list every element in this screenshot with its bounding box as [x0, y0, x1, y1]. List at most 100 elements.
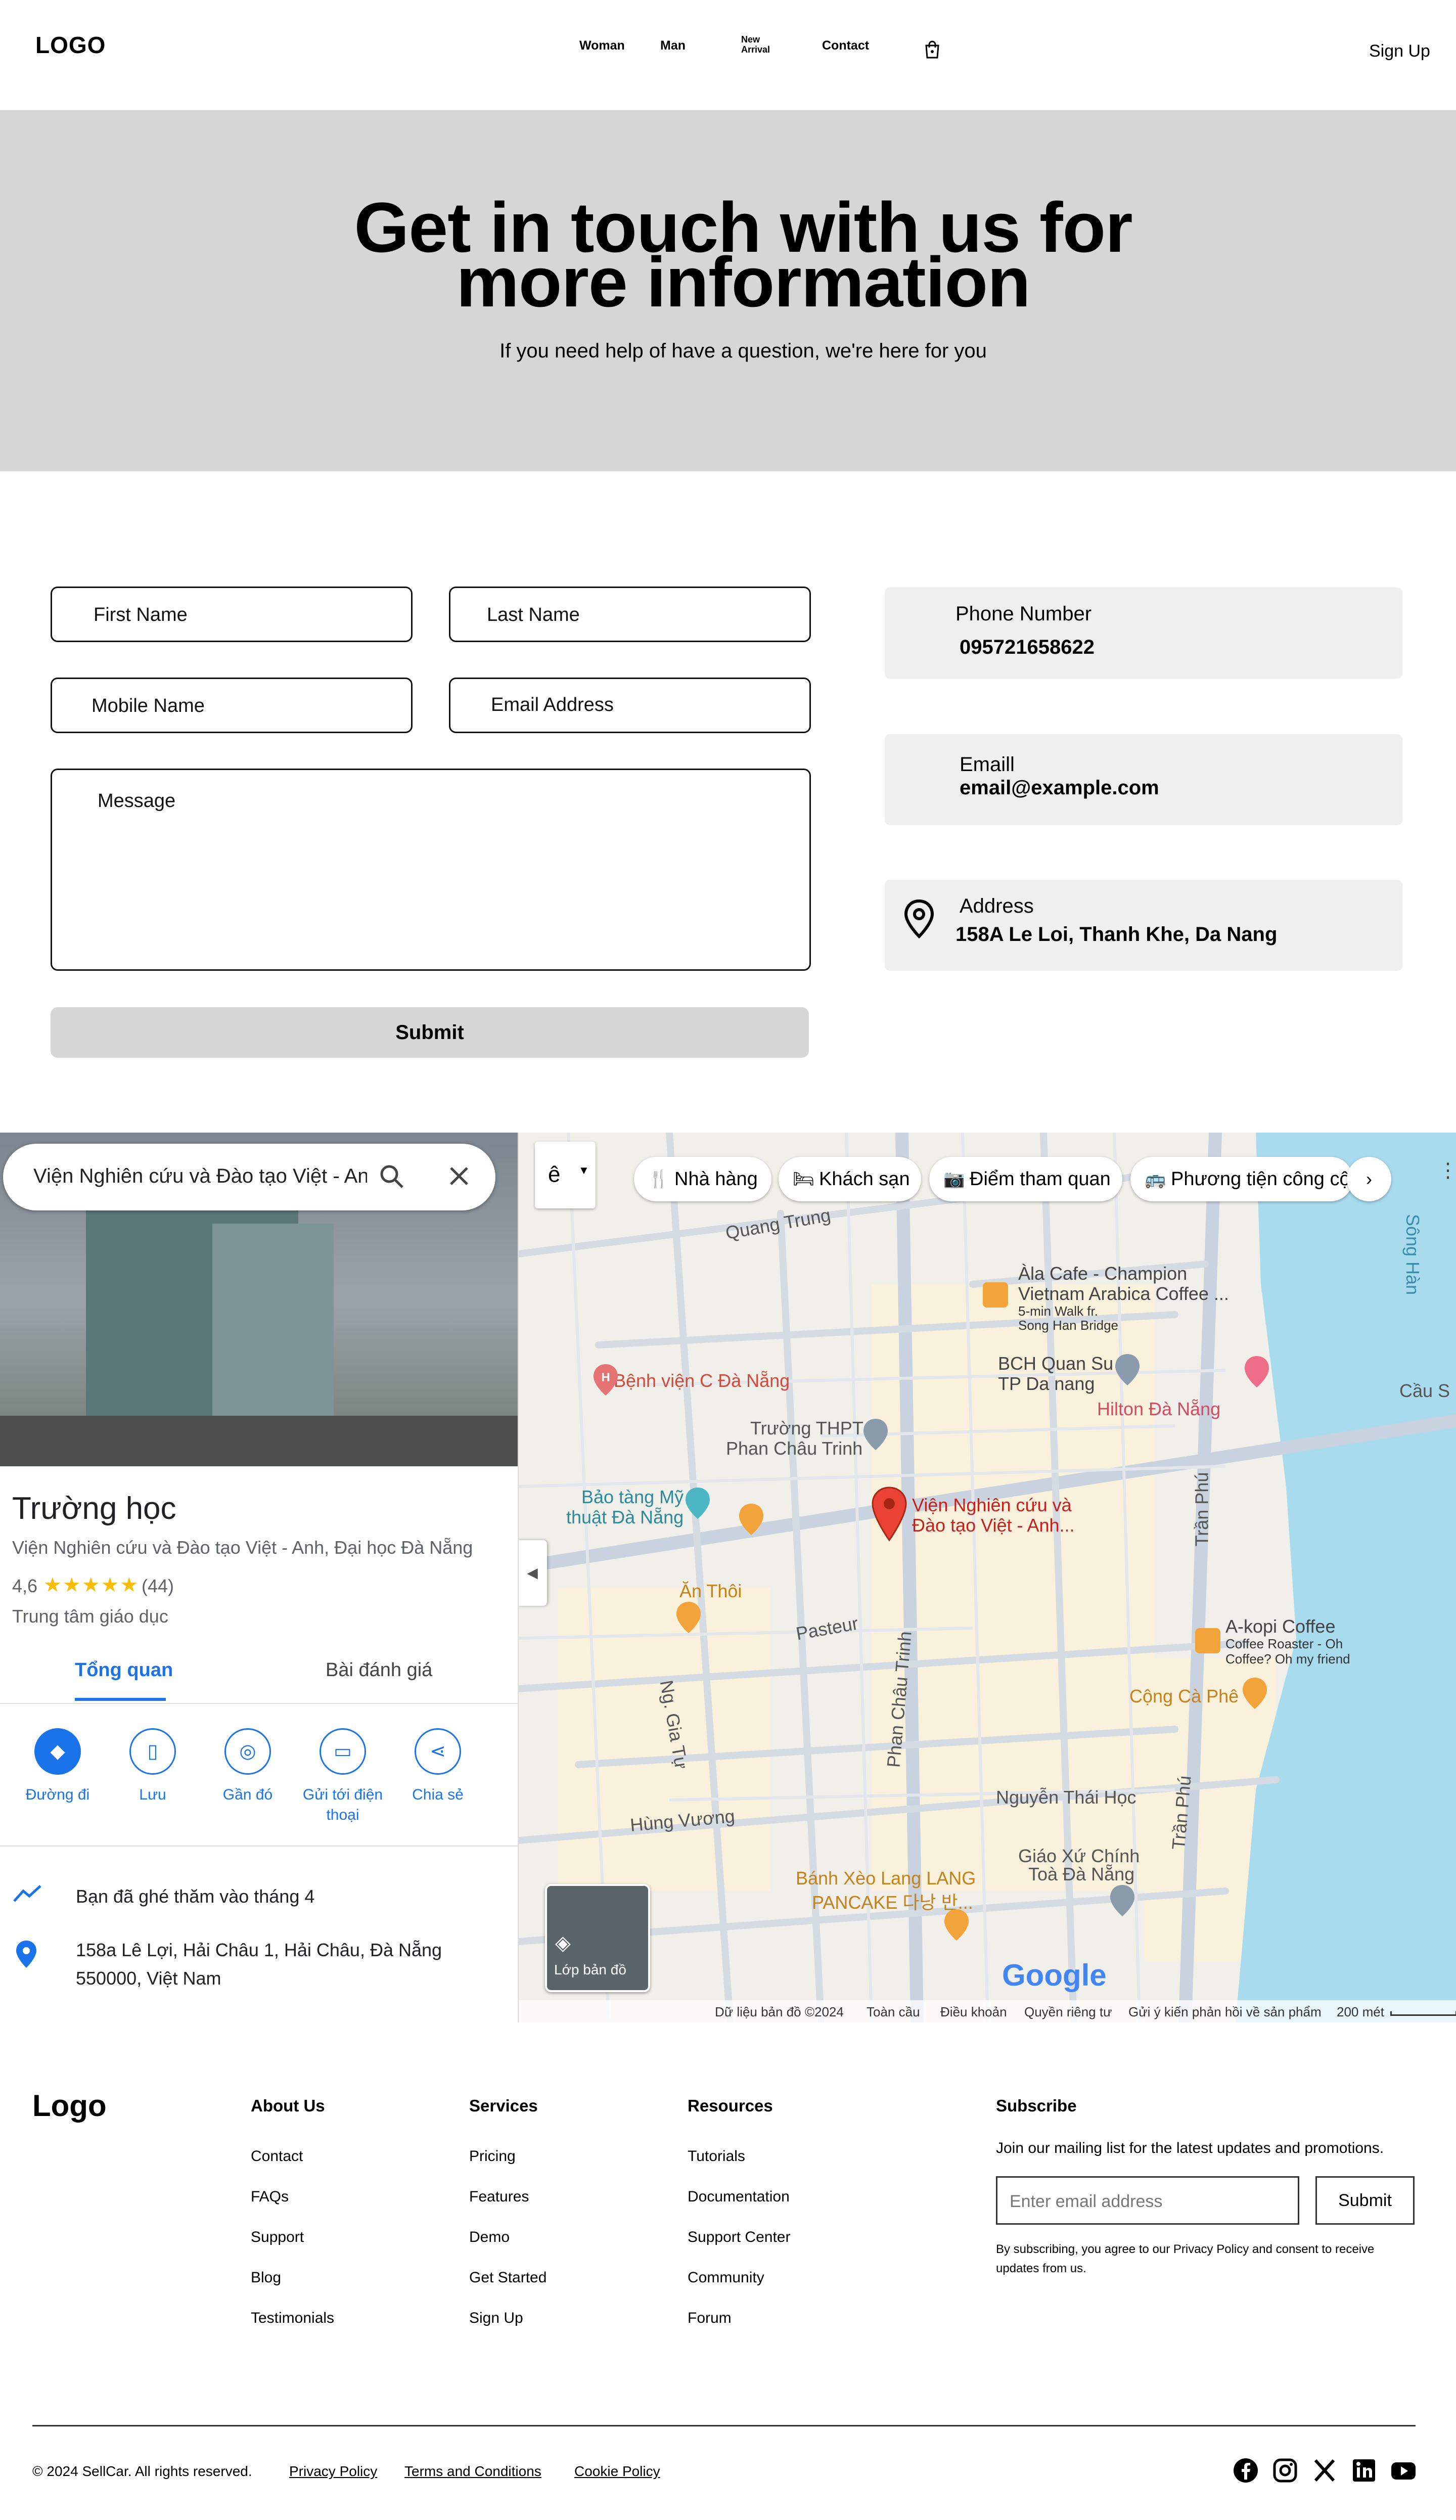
nearby-icon[interactable]: ◎ — [224, 1728, 271, 1775]
place-name: Viện Nghiên cứu và Đào tạo Việt - Anh, Đ… — [12, 1537, 473, 1558]
directions-label[interactable]: Đường đi — [12, 1785, 103, 1805]
banh-xeo-pin-icon[interactable] — [943, 1908, 970, 1944]
nav-woman[interactable]: Woman — [579, 38, 625, 53]
footer-link-sign-up[interactable]: Sign Up — [469, 2310, 523, 2327]
map-label-song-han: Sông Hàn — [1402, 1213, 1424, 1295]
place-address-line2[interactable]: 550000, Việt Nam — [76, 1968, 221, 1989]
map-search-input[interactable]: Viện Nghiên cứu và Đào tạo Việt - Anh — [33, 1165, 367, 1188]
logo[interactable]: LOGO — [35, 31, 106, 59]
subscribe-email-placeholder: Enter email address — [1010, 2192, 1163, 2211]
place-reviews-count[interactable]: (44) — [142, 1576, 174, 1597]
message-field[interactable]: Message — [51, 769, 811, 971]
send-to-phone-icon[interactable]: ▭ — [320, 1728, 366, 1775]
footer-link-demo[interactable]: Demo — [469, 2229, 510, 2246]
first-name-field[interactable]: First Name — [51, 587, 413, 642]
chip-transit-label: Phương tiện công cộ — [1171, 1168, 1350, 1190]
cookie-policy-link[interactable]: Cookie Policy — [574, 2463, 660, 2480]
school-pin-icon[interactable] — [862, 1418, 889, 1454]
place-address-line1[interactable]: 158a Lê Lợi, Hải Châu 1, Hải Châu, Đà Nẵ… — [76, 1940, 442, 1961]
footer-link-get-started[interactable]: Get Started — [469, 2269, 547, 2286]
footer-resources-heading: Resources — [688, 2096, 773, 2115]
footer-logo[interactable]: Logo — [32, 2088, 107, 2123]
office-pin-icon[interactable] — [1114, 1353, 1141, 1389]
cafe-marker-icon[interactable] — [983, 1282, 1008, 1308]
subscribe-button[interactable]: Submit — [1315, 2176, 1415, 2225]
footer-link-blog[interactable]: Blog — [251, 2269, 281, 2286]
subscribe-email-input[interactable]: Enter email address — [996, 2176, 1299, 2225]
mobile-field[interactable]: Mobile Name — [51, 678, 413, 733]
hotel-pin-icon[interactable] — [1244, 1355, 1270, 1391]
map-global-link[interactable]: Toàn cầu — [867, 2004, 920, 2020]
privacy-policy-link[interactable]: Privacy Policy — [289, 2463, 377, 2480]
nav-new-arrival[interactable]: New Arrival — [741, 34, 777, 55]
akopi-marker-icon[interactable] — [1195, 1628, 1220, 1653]
nearby-label[interactable]: Gần đó — [202, 1785, 293, 1805]
footer-link-pricing[interactable]: Pricing — [469, 2148, 516, 2165]
chevron-right-icon[interactable]: › — [1347, 1157, 1391, 1201]
footer-link-testimonials[interactable]: Testimonials — [251, 2310, 334, 2327]
bookmark-icon[interactable]: ▯ — [129, 1728, 176, 1775]
museum-pin-icon[interactable] — [685, 1487, 711, 1522]
submit-button[interactable]: Submit — [51, 1007, 809, 1058]
map-terms-link[interactable]: Điều khoản — [940, 2004, 1007, 2020]
church-pin-icon[interactable] — [1109, 1884, 1135, 1920]
map-label-museum: Bảo tàng Mỹ — [581, 1487, 684, 1507]
footer-link-support-center[interactable]: Support Center — [688, 2229, 790, 2246]
map-label-akopi: A-kopi Coffee — [1225, 1616, 1336, 1637]
tab-overview[interactable]: Tổng quan — [75, 1659, 173, 1681]
layers-label: Lớp bản đồ — [554, 1962, 626, 1977]
footer-link-tutorials[interactable]: Tutorials — [688, 2148, 745, 2165]
linkedin-icon[interactable] — [1351, 2457, 1377, 2484]
footer-link-forum[interactable]: Forum — [688, 2310, 732, 2327]
an-thoi-pin-icon[interactable] — [675, 1601, 702, 1637]
map-canvas[interactable]: Quang Trung Àla Cafe - Champion Vietnam … — [518, 1133, 1456, 2022]
google-logo: Google — [1002, 1958, 1107, 1992]
facebook-icon[interactable] — [1233, 2457, 1259, 2484]
chip-attractions[interactable]: 📷 Điểm tham quan — [929, 1157, 1122, 1201]
footer-divider — [32, 2425, 1416, 2426]
nav-man[interactable]: Man — [660, 38, 686, 53]
chip-hotels[interactable]: 🛏 Khách sạn — [779, 1157, 921, 1201]
share-icon[interactable]: ⋖ — [415, 1728, 461, 1775]
chip-restaurants[interactable]: 🍴 Nhà hàng — [634, 1157, 771, 1201]
embedded-map[interactable]: Quang Trung Àla Cafe - Champion Vietnam … — [0, 1133, 1456, 2022]
footer-link-support[interactable]: Support — [251, 2229, 304, 2246]
selected-place-pin-icon[interactable] — [872, 1487, 907, 1545]
close-icon[interactable] — [448, 1165, 470, 1190]
map-privacy-link[interactable]: Quyền riêng tư — [1024, 2004, 1112, 2020]
map-label-institute: Viện Nghiên cứu và — [912, 1495, 1072, 1515]
email-field[interactable]: Email Address — [449, 678, 811, 733]
shopping-bag-icon[interactable] — [922, 39, 942, 60]
terms-link[interactable]: Terms and Conditions — [404, 2463, 541, 2480]
footer-link-features[interactable]: Features — [469, 2188, 529, 2206]
map-feedback-link[interactable]: Gửi ý kiến phản hồi về sản phẩm — [1128, 2004, 1322, 2020]
save-label[interactable]: Lưu — [107, 1785, 198, 1805]
map-data-credit[interactable]: Dữ liệu bản đồ ©2024 — [715, 2004, 844, 2020]
keyboard-toggle[interactable]: ê ▼ — [535, 1142, 596, 1208]
cong-pin-icon[interactable] — [1242, 1677, 1268, 1713]
directions-icon[interactable]: ◆ — [34, 1728, 81, 1775]
chip-attractions-label: Điểm tham quan — [970, 1168, 1111, 1190]
footer-link-documentation[interactable]: Documentation — [688, 2188, 790, 2206]
hospital-pin-icon[interactable]: H — [593, 1363, 619, 1399]
map-search-box[interactable]: Viện Nghiên cứu và Đào tạo Việt - Anh — [3, 1144, 495, 1210]
search-icon[interactable] — [379, 1164, 404, 1192]
tab-reviews[interactable]: Bài đánh giá — [326, 1659, 432, 1681]
restaurant-pin-icon[interactable] — [738, 1503, 764, 1539]
collapse-panel-button[interactable]: ◀ — [518, 1540, 547, 1606]
footer-link-community[interactable]: Community — [688, 2269, 764, 2286]
sign-up-link[interactable]: Sign Up — [1369, 41, 1430, 61]
nav-contact[interactable]: Contact — [822, 38, 869, 53]
instagram-icon[interactable] — [1272, 2457, 1298, 2484]
apps-grid-icon[interactable]: ⋮ — [1438, 1159, 1456, 1189]
share-label[interactable]: Chia sẻ — [392, 1785, 483, 1805]
last-name-field[interactable]: Last Name — [449, 587, 811, 642]
footer-link-contact[interactable]: Contact — [251, 2148, 303, 2165]
youtube-icon[interactable] — [1390, 2457, 1417, 2484]
map-layers-button[interactable]: ◈ Lớp bản đồ — [545, 1884, 650, 1992]
chip-transit[interactable]: 🚌 Phương tiện công cộ — [1130, 1157, 1353, 1201]
footer-link-faqs[interactable]: FAQs — [251, 2188, 289, 2206]
place-category[interactable]: Trung tâm giáo dục — [12, 1606, 168, 1627]
send-to-phone-label[interactable]: Gửi tới điện thoại — [297, 1785, 388, 1825]
x-icon[interactable] — [1311, 2457, 1338, 2484]
